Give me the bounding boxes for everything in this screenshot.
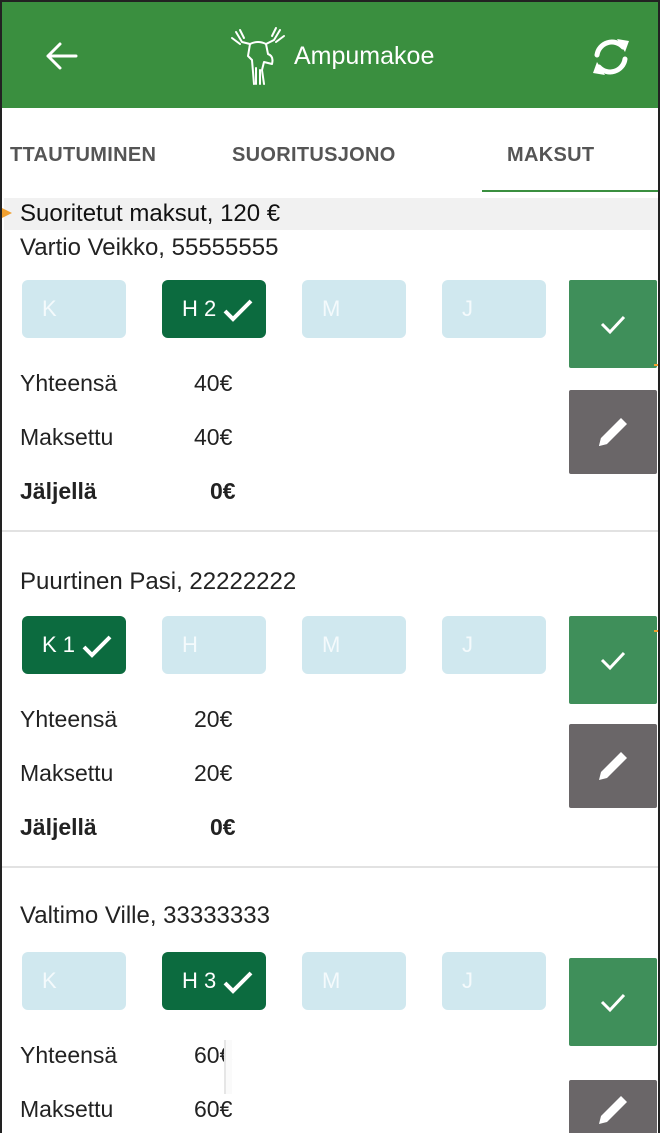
annotation-tick xyxy=(654,630,658,632)
tab-bar: TTAUTUMINEN SUORITUSJONO MAKSUT xyxy=(2,108,658,194)
chip-h[interactable]: H xyxy=(162,616,266,674)
total-value: 20€ xyxy=(194,706,233,732)
check-icon xyxy=(82,635,112,659)
chip-label: H 3 xyxy=(182,968,217,993)
chip-label: K 1 xyxy=(42,632,76,657)
check-icon xyxy=(600,993,626,1013)
person-name: Vartio Veikko, 55555555 xyxy=(20,234,279,261)
remaining-value: 0€ xyxy=(210,814,236,840)
confirm-button[interactable] xyxy=(569,616,657,704)
chip-h[interactable]: H 2 xyxy=(162,280,266,338)
chip-m[interactable]: M xyxy=(302,280,406,338)
check-icon xyxy=(600,651,626,671)
edit-button[interactable] xyxy=(569,724,657,808)
chip-label: J xyxy=(462,296,473,321)
remaining-label: Jäljellä xyxy=(20,814,97,840)
tab-suoritusjono[interactable]: SUORITUSJONO xyxy=(232,144,396,167)
paid-value: 20€ xyxy=(194,760,233,786)
pencil-icon xyxy=(599,1096,627,1124)
chip-m[interactable]: M xyxy=(302,616,406,674)
payment-card: Valtimo Ville, 33333333 K H 3 M J Yhteen… xyxy=(4,868,658,1133)
chip-k[interactable]: K xyxy=(22,280,126,338)
chip-j[interactable]: J xyxy=(442,280,546,338)
chip-label: K xyxy=(42,296,57,321)
app-screen: Ampumakoe TTAUTUMINEN SUORITUSJONO MAKSU… xyxy=(0,0,660,1133)
chip-k[interactable]: K 1 xyxy=(22,616,126,674)
check-icon xyxy=(223,971,253,995)
chip-label: M xyxy=(322,296,341,321)
chip-m[interactable]: M xyxy=(302,952,406,1010)
back-button[interactable] xyxy=(38,32,86,80)
paid-value: 40€ xyxy=(194,424,233,450)
tab-maksut[interactable]: MAKSUT xyxy=(507,144,594,167)
remaining-value: 0€ xyxy=(210,478,236,504)
chip-label: M xyxy=(322,632,341,657)
total-value: 40€ xyxy=(194,370,233,396)
total-label: Yhteensä xyxy=(20,706,118,732)
pencil-icon xyxy=(599,418,627,446)
annotation-tick xyxy=(654,364,658,366)
moose-icon xyxy=(231,27,285,85)
person-name: Puurtinen Pasi, 22222222 xyxy=(20,568,297,595)
tab-ilmoittautuminen[interactable]: TTAUTUMINEN xyxy=(10,144,156,167)
check-icon xyxy=(600,315,626,335)
remaining-label: Jäljellä xyxy=(20,478,97,504)
chip-j[interactable]: J xyxy=(442,616,546,674)
paid-label: Maksettu xyxy=(20,1096,114,1122)
chip-label: J xyxy=(462,632,473,657)
check-icon xyxy=(223,299,253,323)
app-title-group: Ampumakoe xyxy=(228,24,434,88)
tab-selected-indicator xyxy=(482,190,658,192)
payment-card: Puurtinen Pasi, 22222222 K 1 H M J Yhtee… xyxy=(4,532,658,866)
total-label: Yhteensä xyxy=(20,370,118,396)
person-name: Valtimo Ville, 33333333 xyxy=(20,902,270,929)
chip-j[interactable]: J xyxy=(442,952,546,1010)
payment-card: Vartio Veikko, 55555555 K H 2 M J Yhteen… xyxy=(4,230,658,530)
confirm-button[interactable] xyxy=(569,280,657,368)
chip-k[interactable]: K xyxy=(22,952,126,1010)
total-label: Yhteensä xyxy=(20,1042,118,1068)
paid-label: Maksettu xyxy=(20,424,114,450)
app-title: Ampumakoe xyxy=(294,41,435,70)
app-bar: Ampumakoe xyxy=(2,0,658,108)
annotation-marker xyxy=(2,208,12,218)
chip-label: M xyxy=(322,968,341,993)
confirm-button[interactable] xyxy=(569,958,657,1046)
chip-h[interactable]: H 3 xyxy=(162,952,266,1010)
edit-button[interactable] xyxy=(569,1080,657,1133)
edit-button[interactable] xyxy=(569,390,657,474)
paid-value: 60€ xyxy=(194,1096,233,1122)
pencil-icon xyxy=(599,752,627,780)
chip-label: H xyxy=(182,632,198,657)
payments-summary: Suoritetut maksut, 120 € xyxy=(4,198,658,230)
refresh-icon xyxy=(593,39,629,75)
scroll-handle[interactable] xyxy=(224,1040,232,1094)
arrow-left-icon xyxy=(46,42,78,70)
refresh-button[interactable] xyxy=(586,32,636,82)
chip-label: J xyxy=(462,968,473,993)
chip-label: H 2 xyxy=(182,296,217,321)
paid-label: Maksettu xyxy=(20,760,114,786)
chip-label: K xyxy=(42,968,57,993)
